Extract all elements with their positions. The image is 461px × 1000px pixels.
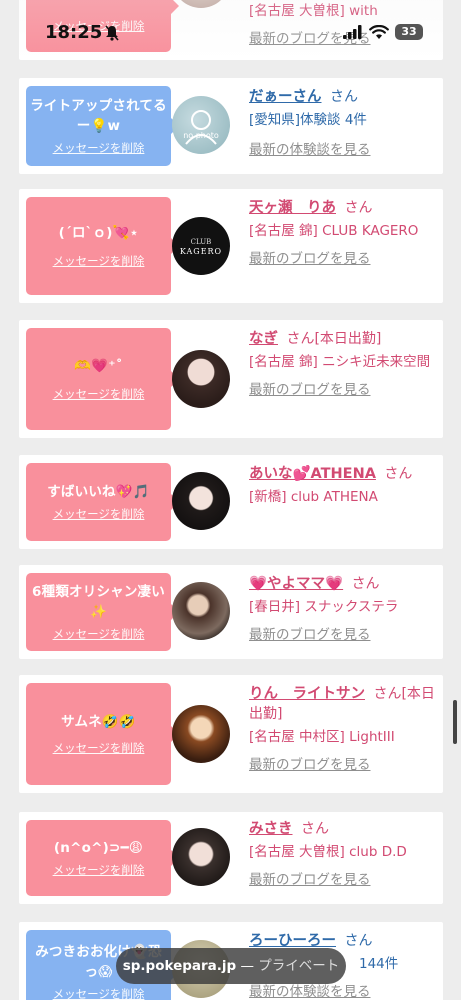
shop-location: [名古屋 錦] ニシキ近未来空間 — [249, 354, 431, 370]
message-text: 🫶💗⁺˚ — [74, 358, 123, 374]
url-host: sp.pokepara.jp — [122, 958, 237, 974]
shop-location: [名古屋 大曽根] club D.D — [249, 844, 407, 860]
svg-text:CLUB: CLUB — [191, 238, 212, 246]
shop-location: [名古屋 大曽根] with — [249, 3, 378, 19]
delete-message-link[interactable]: メッセージを削除 — [53, 386, 145, 402]
delete-message-link[interactable]: メッセージを削除 — [53, 253, 145, 269]
message-bubble: サムネ🤣🤣 メッセージを削除 — [26, 683, 179, 785]
message-text: すばいいね💖🎵 — [47, 484, 150, 500]
avatar[interactable] — [172, 350, 230, 408]
message-bubble: (´ロ`ｏ)💘⋆ メッセージを削除 — [26, 197, 179, 295]
scrollbar-thumb[interactable] — [453, 700, 457, 744]
avatar[interactable] — [172, 828, 230, 886]
honorific: さん — [344, 200, 373, 216]
latest-blog-link[interactable]: 最新のブログを見る — [249, 626, 435, 644]
latest-review-link[interactable]: 最新の体験談を見る — [249, 983, 435, 1000]
delete-message-link[interactable]: メッセージを削除 — [53, 18, 145, 34]
cast-name-link[interactable]: りん ライトサン — [249, 686, 365, 702]
delete-message-link[interactable]: メッセージを削除 — [53, 140, 145, 156]
honorific: さん — [329, 89, 358, 105]
message-card: サムネ🤣🤣 メッセージを削除 りん ライトサン さん[本日出勤] [名古屋 中村… — [19, 675, 443, 793]
latest-blog-link[interactable]: 最新のブログを見る — [249, 250, 435, 268]
shop-location: [新橋] club ATHENA — [249, 489, 378, 505]
message-text: (´ロ`ｏ)💘⋆ — [58, 225, 139, 241]
honorific: さん — [344, 933, 373, 949]
delete-message-link[interactable]: メッセージを削除 — [53, 506, 145, 522]
no-photo-icon: no photo — [183, 110, 219, 145]
message-card: (n^o^)⊃━😩 メッセージを削除 みさき さん [名古屋 大曽根] club… — [19, 812, 443, 904]
delete-message-link[interactable]: メッセージを削除 — [53, 986, 145, 1000]
user-name-link[interactable]: だぁーさん — [249, 89, 322, 105]
latest-blog-link[interactable]: 最新のブログを見る — [249, 756, 435, 774]
message-text: 6種類オリシャン凄い✨ — [32, 584, 165, 620]
url-separator: — — [240, 958, 255, 974]
delete-message-link[interactable]: メッセージを削除 — [53, 626, 145, 642]
user-name-link[interactable]: ろーひーろー — [249, 933, 336, 949]
message-bubble: すばいいね💖🎵 メッセージを削除 — [26, 463, 179, 541]
address-bar[interactable]: sp.pokepara.jp — プライベート — [116, 948, 346, 984]
message-bubble: メッセージを削除 — [26, 0, 179, 52]
honorific: さん — [300, 821, 329, 837]
latest-review-link[interactable]: 最新の体験談を見る — [249, 141, 435, 159]
cast-name-link[interactable]: 💗やよママ💗 — [249, 576, 343, 592]
cast-name-link[interactable]: あいな💕ATHENA — [249, 466, 376, 482]
private-mode-label: プライベート — [258, 958, 340, 974]
message-card: (´ロ`ｏ)💘⋆ メッセージを削除 CLUB KAGERO 天ヶ瀬 りあ さん … — [19, 189, 443, 303]
honorific: さん — [351, 576, 380, 592]
honorific: さん[本日出勤] — [286, 331, 382, 347]
message-card: 🫶💗⁺˚ メッセージを削除 なぎ さん[本日出勤] [名古屋 錦] ニシキ近未来… — [19, 320, 443, 438]
message-bubble: 🫶💗⁺˚ メッセージを削除 — [26, 328, 179, 430]
shop-location: [春日井] スナックステラ — [249, 599, 399, 615]
shop-location: [名古屋 中村区] LightIII — [249, 729, 395, 745]
club-kagero-logo: CLUB KAGERO — [180, 238, 222, 256]
shop-location: [名古屋 錦] CLUB KAGERO — [249, 223, 419, 239]
avatar[interactable]: no photo — [172, 96, 230, 154]
message-feed: メッセージを削除 [名古屋 大曽根] with 最新のブログを見る ライトアップ… — [0, 0, 461, 1000]
delete-message-link[interactable]: メッセージを削除 — [53, 862, 145, 878]
cast-name-link[interactable]: なぎ — [249, 331, 278, 347]
message-bubble: 6種類オリシャン凄い✨ メッセージを削除 — [26, 573, 179, 651]
svg-text:no photo: no photo — [183, 131, 219, 140]
cast-name-link[interactable]: みさき — [249, 821, 293, 837]
avatar[interactable] — [172, 705, 230, 763]
user-location: [愛知県]体験談 4件 — [249, 112, 367, 128]
latest-blog-link[interactable]: 最新のブログを見る — [249, 30, 435, 48]
latest-blog-link[interactable]: 最新のブログを見る — [249, 381, 435, 399]
message-bubble: ライトアップされてるー💡w メッセージを削除 — [26, 86, 179, 166]
svg-text:KAGERO: KAGERO — [180, 247, 222, 256]
avatar[interactable] — [172, 582, 230, 640]
cast-name-link[interactable]: 天ヶ瀬 りあ — [249, 200, 336, 216]
message-card: すばいいね💖🎵 メッセージを削除 あいな💕ATHENA さん [新橋] club… — [19, 455, 443, 549]
latest-blog-link[interactable]: 最新のブログを見る — [249, 871, 435, 889]
message-text: ライトアップされてるー💡w — [30, 98, 167, 134]
honorific: さん — [384, 466, 413, 482]
avatar[interactable] — [172, 0, 230, 8]
avatar[interactable] — [172, 472, 230, 530]
avatar[interactable]: CLUB KAGERO — [172, 217, 230, 275]
message-text: (n^o^)⊃━😩 — [53, 840, 144, 856]
message-card: メッセージを削除 [名古屋 大曽根] with 最新のブログを見る — [19, 0, 443, 60]
message-card: ライトアップされてるー💡w メッセージを削除 no photo だぁーさん さん… — [19, 78, 443, 174]
message-bubble: (n^o^)⊃━😩 メッセージを削除 — [26, 820, 179, 896]
delete-message-link[interactable]: メッセージを削除 — [53, 740, 145, 756]
message-card: 6種類オリシャン凄い✨ メッセージを削除 💗やよママ💗 さん [春日井] スナッ… — [19, 565, 443, 659]
message-text: サムネ🤣🤣 — [61, 714, 136, 730]
